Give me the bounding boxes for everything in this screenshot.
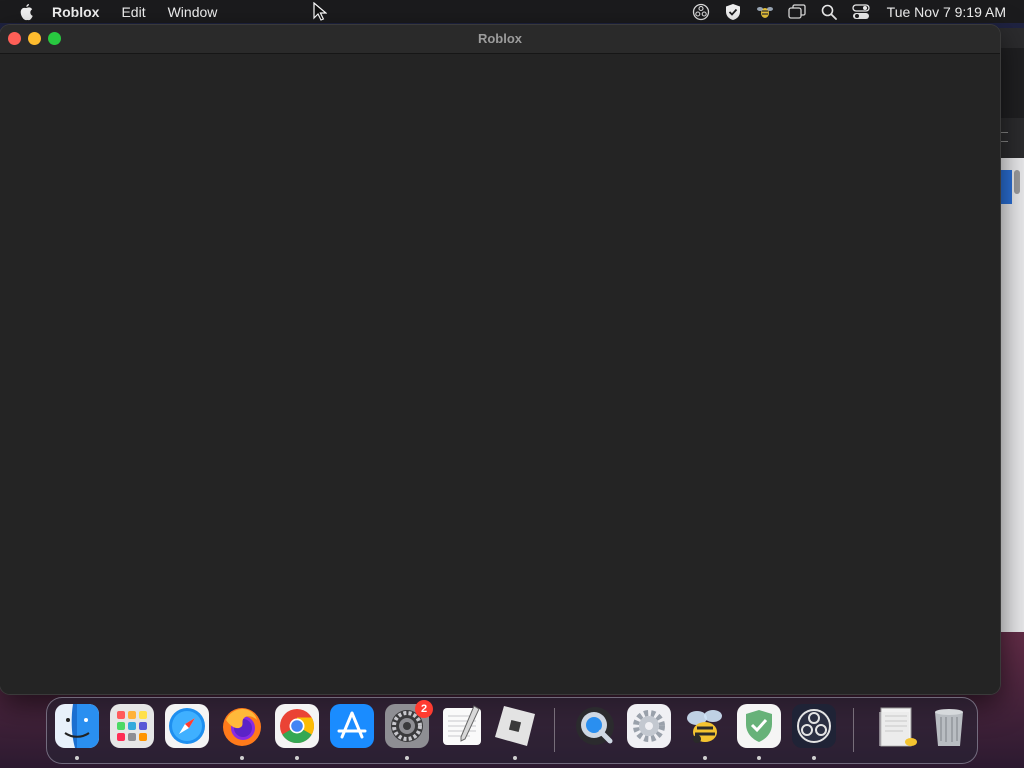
- window-title: Roblox: [477, 31, 523, 46]
- app-store-icon[interactable]: [330, 704, 374, 748]
- adguard-icon[interactable]: [723, 3, 743, 21]
- system-settings-icon[interactable]: 2: [385, 700, 433, 748]
- quicktime-icon[interactable]: [573, 704, 617, 748]
- menu-edit[interactable]: Edit: [121, 4, 145, 20]
- apple-menu-icon[interactable]: [18, 3, 36, 21]
- roblox-icon[interactable]: [493, 704, 537, 748]
- roblox-window: Roblox: [0, 25, 1000, 694]
- dock-separator: [554, 708, 555, 752]
- cyberduck-bee-icon[interactable]: [683, 704, 727, 748]
- chrome-icon[interactable]: [275, 704, 319, 748]
- menu-window[interactable]: Window: [168, 4, 218, 20]
- menu-bar: Roblox Edit Window Tue Nov 7 9:19 AM: [0, 0, 1024, 23]
- launchpad-icon[interactable]: [110, 704, 154, 748]
- dock-separator: [853, 708, 854, 752]
- list-icon: [1000, 132, 1008, 142]
- finder-icon[interactable]: [55, 704, 99, 748]
- window-content-area[interactable]: [0, 54, 1000, 694]
- obs-dock-icon[interactable]: [792, 704, 836, 748]
- control-center-icon[interactable]: [851, 3, 871, 21]
- cyberduck-icon[interactable]: [755, 3, 775, 21]
- app-menu-roblox[interactable]: Roblox: [52, 4, 99, 20]
- adguard-shield-icon[interactable]: [737, 704, 781, 748]
- selected-item[interactable]: [1000, 170, 1012, 204]
- dock: 2: [46, 697, 978, 764]
- mouse-cursor-icon: [313, 2, 327, 21]
- preferences-gear-icon[interactable]: [627, 704, 671, 748]
- firefox-icon[interactable]: [220, 704, 264, 748]
- documents-stack-icon[interactable]: [875, 704, 919, 748]
- spotlight-search-icon[interactable]: [819, 3, 839, 21]
- notification-badge: 2: [415, 700, 433, 718]
- screen-mirroring-icon[interactable]: [787, 3, 807, 21]
- safari-icon[interactable]: [165, 704, 209, 748]
- textedit-icon[interactable]: [440, 704, 484, 748]
- obs-icon[interactable]: [691, 3, 711, 21]
- scrollbar[interactable]: [1014, 170, 1020, 194]
- window-titlebar[interactable]: Roblox: [0, 25, 1000, 54]
- trash-icon[interactable]: [927, 704, 971, 748]
- menu-bar-clock[interactable]: Tue Nov 7 9:19 AM: [887, 4, 1006, 20]
